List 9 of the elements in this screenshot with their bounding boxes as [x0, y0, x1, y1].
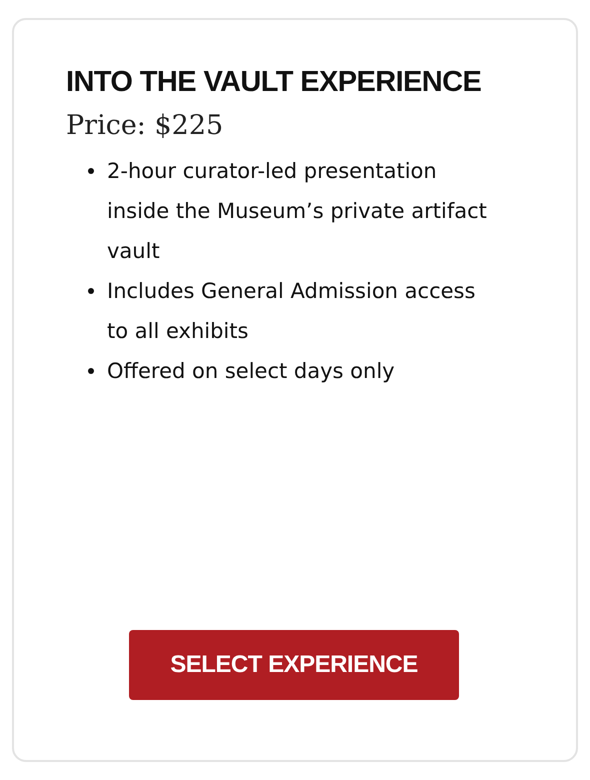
price-text: Price: $225 [66, 110, 224, 141]
feature-text: 2-hour curator-led presentation inside the Museum’s private artifact vault [107, 158, 488, 265]
bullet-icon [88, 288, 94, 294]
experience-title: INTO THE VAULT EXPERIENCE [66, 65, 482, 100]
bullet-icon [88, 368, 94, 374]
select-experience-button[interactable]: SELECT EXPERIENCE [129, 630, 459, 700]
bullet-icon [88, 168, 94, 174]
feature-text: Includes General Admission access to all exhibits [107, 278, 476, 345]
feature-text: Offered on select days only [107, 358, 396, 385]
